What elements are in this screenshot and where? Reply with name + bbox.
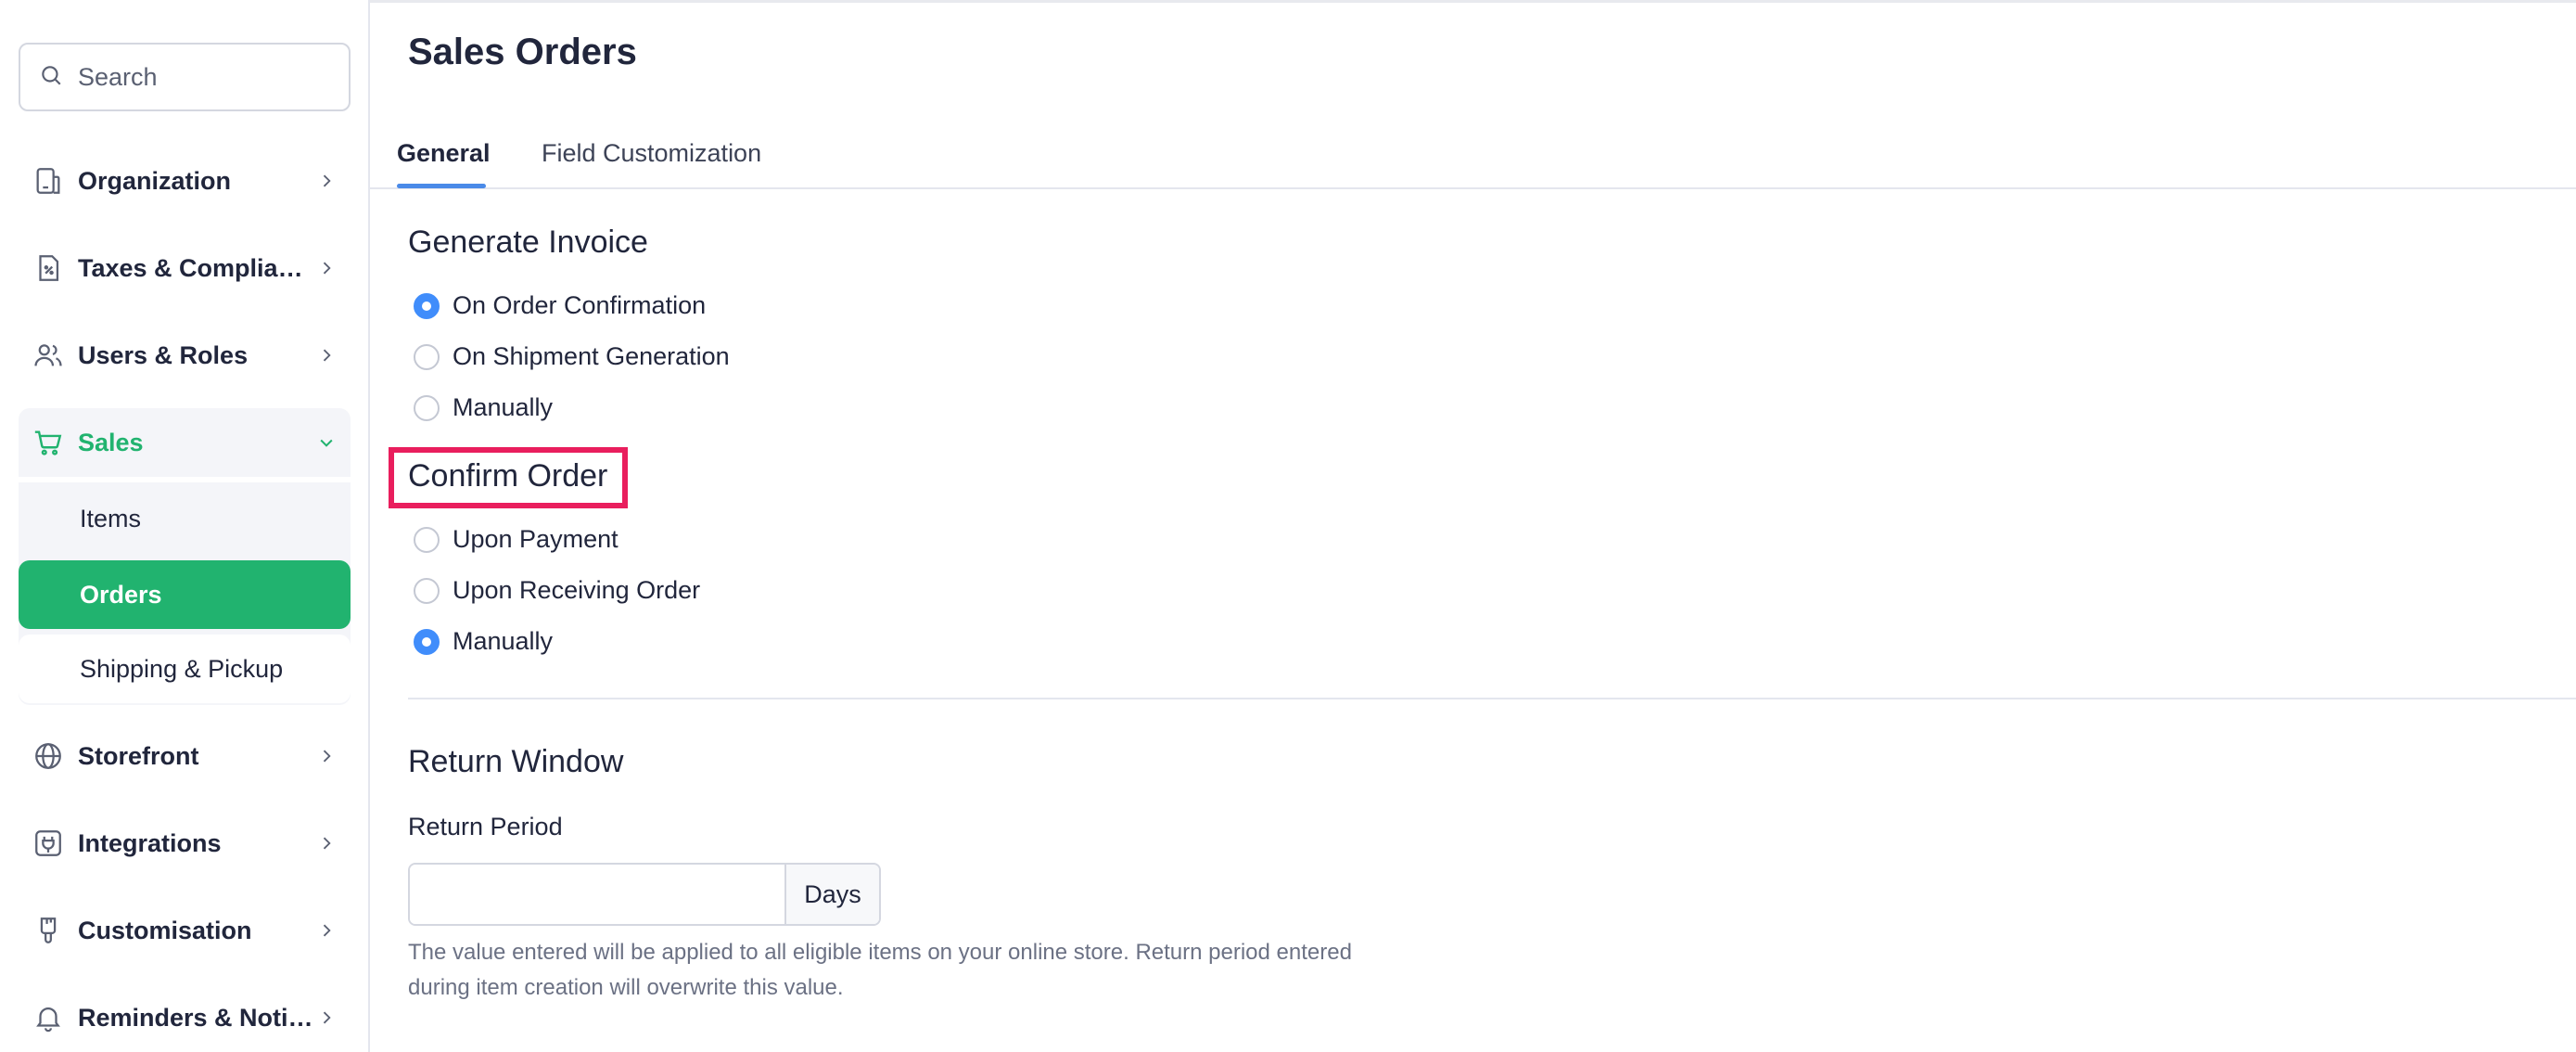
radio-button[interactable]	[414, 292, 440, 319]
radio-confirm-manually[interactable]: Manually	[414, 627, 553, 656]
sidebar-subitem-shipping-pickup[interactable]: Shipping & Pickup	[19, 635, 351, 703]
chevron-right-icon	[315, 919, 338, 942]
sidebar-item-sales[interactable]: Sales	[19, 408, 351, 477]
sidebar-item-label: Customisation	[78, 916, 252, 944]
sidebar-item-reminders-notifications[interactable]: Reminders & Notific...	[19, 983, 351, 1052]
radio-on-shipment-generation[interactable]: On Shipment Generation	[414, 342, 730, 371]
search-placeholder: Search	[78, 62, 158, 91]
sidebar-item-users-roles[interactable]: Users & Roles	[19, 321, 351, 390]
chevron-down-icon	[315, 431, 338, 454]
sidebar-item-integrations[interactable]: Integrations	[19, 809, 351, 878]
sidebar-item-taxes-compliance[interactable]: Taxes & Compliance	[19, 234, 351, 302]
chevron-right-icon	[315, 832, 338, 854]
days-unit-label: Days	[784, 865, 879, 924]
users-icon	[32, 339, 65, 372]
brush-icon	[32, 914, 65, 947]
generate-invoice-title: Generate Invoice	[408, 225, 648, 260]
search-box[interactable]: Search	[19, 43, 351, 111]
radio-on-order-confirmation[interactable]: On Order Confirmation	[414, 291, 706, 320]
return-period-group: Days	[408, 863, 881, 926]
radio-button[interactable]	[414, 628, 440, 655]
plug-icon	[32, 827, 65, 860]
return-period-help-text: The value entered will be applied to all…	[408, 940, 1352, 1000]
sidebar-item-label: Users & Roles	[78, 340, 249, 369]
sidebar-item-storefront[interactable]: Storefront	[19, 722, 351, 790]
active-tab-indicator	[397, 184, 486, 188]
sidebar-subitem-orders[interactable]: Orders	[19, 560, 351, 629]
chevron-right-icon	[315, 170, 338, 192]
radio-label: Upon Receiving Order	[453, 576, 701, 604]
radio-label: Manually	[453, 393, 554, 421]
return-period-input[interactable]	[410, 865, 784, 924]
sidebar-item-label: Storefront	[78, 741, 199, 770]
building-icon	[32, 164, 65, 198]
tab-bar: General Field Customization	[370, 130, 2576, 189]
tab-general[interactable]: General	[397, 139, 491, 168]
sidebar-item-label: Integrations	[78, 828, 222, 857]
radio-button[interactable]	[414, 526, 440, 553]
tab-field-customization[interactable]: Field Customization	[542, 139, 761, 168]
sidebar-item-label: Organization	[78, 166, 232, 195]
search-icon	[39, 63, 63, 92]
sidebar-subitem-items[interactable]: Items	[19, 484, 351, 553]
radio-label: Manually	[453, 627, 554, 655]
radio-label: On Shipment Generation	[453, 342, 730, 370]
radio-invoice-manually[interactable]: Manually	[414, 393, 553, 422]
sidebar-item-customisation[interactable]: Customisation	[19, 896, 351, 965]
sidebar-item-label: Sales	[78, 428, 144, 456]
confirm-order-title: Confirm Order	[408, 458, 608, 494]
radio-button[interactable]	[414, 343, 440, 370]
cart-icon	[32, 426, 65, 459]
section-divider	[408, 698, 2576, 699]
radio-button[interactable]	[414, 394, 440, 421]
chevron-right-icon	[315, 1007, 338, 1029]
tax-document-icon	[32, 251, 65, 285]
radio-button[interactable]	[414, 577, 440, 604]
chevron-right-icon	[315, 745, 338, 767]
bell-icon	[32, 1001, 65, 1034]
return-period-label: Return Period	[408, 813, 563, 840]
top-border	[370, 0, 2576, 3]
radio-label: On Order Confirmation	[453, 291, 707, 319]
globe-icon	[32, 739, 65, 773]
chevron-right-icon	[315, 344, 338, 366]
sidebar-item-label: Taxes & Compliance	[78, 253, 315, 282]
radio-label: Upon Payment	[453, 525, 618, 553]
chevron-right-icon	[315, 257, 338, 279]
sidebar: Search Organization Taxes & Compliance U…	[0, 0, 370, 1052]
page-title: Sales Orders	[408, 32, 637, 72]
sidebar-item-organization[interactable]: Organization	[19, 147, 351, 215]
return-window-title: Return Window	[408, 744, 624, 779]
radio-upon-payment[interactable]: Upon Payment	[414, 525, 618, 554]
sidebar-item-label: Reminders & Notific...	[78, 1003, 315, 1032]
radio-upon-receiving-order[interactable]: Upon Receiving Order	[414, 576, 700, 605]
